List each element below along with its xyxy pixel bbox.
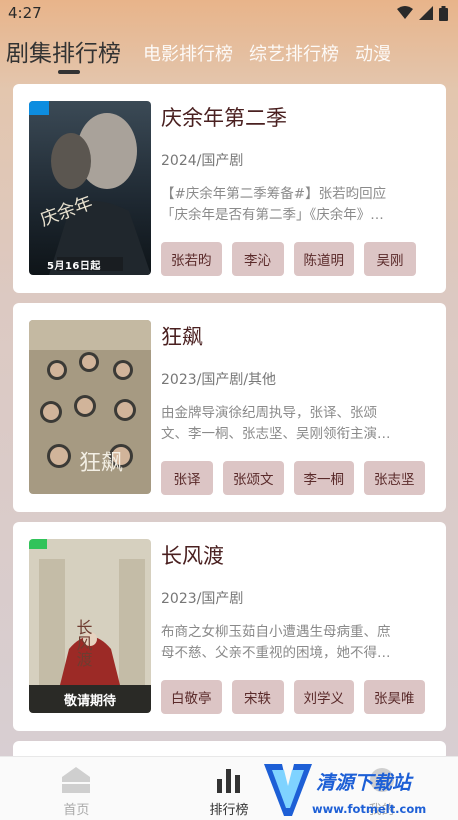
actor-chip[interactable]: 李一桐 bbox=[293, 461, 354, 495]
list-item[interactable]: 长风渡 敬请期待 长风渡 2023/国产剧 布商之女柳玉茹自小遭遇生母病重、庶 … bbox=[13, 522, 446, 731]
watermark-name: 清源下载站 bbox=[316, 772, 412, 794]
actor-chip[interactable]: 李沁 bbox=[231, 242, 284, 276]
poster-image: 狂飙 bbox=[29, 320, 151, 494]
watermark-url: www.fotmelt.com bbox=[312, 802, 427, 816]
item-meta: 2023/国产剧 bbox=[161, 591, 244, 607]
desc-line: 「庆余年是否有第二季」《庆余年》… bbox=[161, 207, 384, 223]
poster-date-label: 5月16日起 bbox=[47, 261, 101, 272]
nav-ranking-label: 排行榜 bbox=[209, 803, 249, 818]
home-icon bbox=[62, 767, 91, 793]
poster-image: 长风渡 敬请期待 bbox=[29, 539, 151, 713]
ranking-list: 庆余年 5月16日起 庆余年第二季 2024/国产剧 【#庆余年第二季筹备#】张… bbox=[13, 84, 446, 761]
list-item[interactable]: 狂飙 狂飙 2023/国产剧/其他 由金牌导演徐纪周执导，张译、张颂 文、李一桐… bbox=[13, 303, 446, 512]
actor-chip[interactable]: 刘学义 bbox=[293, 680, 354, 714]
status-time: 4:27 bbox=[8, 4, 42, 22]
actor-chip[interactable]: 陈道明 bbox=[293, 242, 354, 276]
poster-title-art: 狂飙 bbox=[79, 451, 123, 476]
item-title: 庆余年第二季 bbox=[161, 106, 287, 130]
nav-home-label: 首页 bbox=[63, 803, 90, 818]
battery-icon bbox=[439, 5, 448, 21]
site-watermark: 清源下载站 www.fotmelt.com bbox=[262, 760, 442, 818]
desc-line: 文、李一桐、张志坚、吴刚领衔主演… bbox=[161, 426, 391, 442]
actor-chip[interactable]: 张志坚 bbox=[364, 461, 425, 495]
tab-series-ranking[interactable]: 剧集排行榜 bbox=[0, 34, 143, 74]
item-title: 长风渡 bbox=[161, 544, 224, 568]
item-meta: 2024/国产剧 bbox=[161, 153, 244, 169]
tab-anime-ranking[interactable]: 动漫 bbox=[355, 40, 407, 74]
actor-chip[interactable]: 张颂文 bbox=[223, 461, 284, 495]
list-item[interactable]: 庆余年 5月16日起 庆余年第二季 2024/国产剧 【#庆余年第二季筹备#】张… bbox=[13, 84, 446, 293]
actor-chip[interactable]: 吴刚 bbox=[364, 242, 416, 276]
tab-movie-ranking[interactable]: 电影排行榜 bbox=[143, 40, 249, 74]
status-bar: 4:27 bbox=[0, 0, 458, 26]
active-tab-indicator bbox=[58, 70, 80, 74]
desc-line: 由金牌导演徐纪周执导，张译、张颂 bbox=[161, 405, 377, 421]
wifi-icon bbox=[397, 6, 413, 19]
poster-title-art: 长风渡 bbox=[74, 619, 93, 667]
poster-image: 庆余年 5月16日起 bbox=[29, 101, 151, 275]
actor-chip[interactable]: 宋轶 bbox=[231, 680, 284, 714]
item-description: 由金牌导演徐纪周执导，张译、张颂 文、李一桐、张志坚、吴刚领衔主演… bbox=[161, 403, 431, 445]
status-icons bbox=[397, 5, 448, 21]
desc-line: 【#庆余年第二季筹备#】张若昀回应 bbox=[161, 186, 387, 202]
actor-chip[interactable]: 张译 bbox=[161, 461, 213, 495]
actor-list: 白敬亭 宋轶 刘学义 张昊唯 bbox=[161, 680, 425, 714]
actor-list: 张若昀 李沁 陈道明 吴刚 bbox=[161, 242, 416, 276]
tab-variety-ranking[interactable]: 综艺排行榜 bbox=[249, 40, 355, 74]
actor-chip[interactable]: 白敬亭 bbox=[161, 680, 222, 714]
nav-home[interactable]: 首页 bbox=[26, 757, 126, 818]
watermark-logo-icon bbox=[264, 764, 312, 816]
actor-list: 张译 张颂文 李一桐 张志坚 bbox=[161, 461, 425, 495]
item-title: 狂飙 bbox=[161, 325, 203, 349]
ranking-tabs: 剧集排行榜 电影排行榜 综艺排行榜 动漫 bbox=[0, 30, 458, 74]
actor-chip[interactable]: 张若昀 bbox=[161, 242, 222, 276]
item-description: 布商之女柳玉茹自小遭遇生母病重、庶 母不慈、父亲不重视的困境，她不得… bbox=[161, 622, 431, 664]
desc-line: 布商之女柳玉茹自小遭遇生母病重、庶 bbox=[161, 624, 391, 640]
signal-icon bbox=[419, 6, 433, 20]
poster-coming-soon-label: 敬请期待 bbox=[63, 693, 116, 709]
desc-line: 母不慈、父亲不重视的困境，她不得… bbox=[161, 645, 391, 661]
actor-chip[interactable]: 张昊唯 bbox=[364, 680, 425, 714]
item-meta: 2023/国产剧/其他 bbox=[161, 372, 277, 388]
item-description: 【#庆余年第二季筹备#】张若昀回应 「庆余年是否有第二季」《庆余年》… bbox=[161, 184, 431, 226]
ranking-icon bbox=[216, 769, 240, 793]
